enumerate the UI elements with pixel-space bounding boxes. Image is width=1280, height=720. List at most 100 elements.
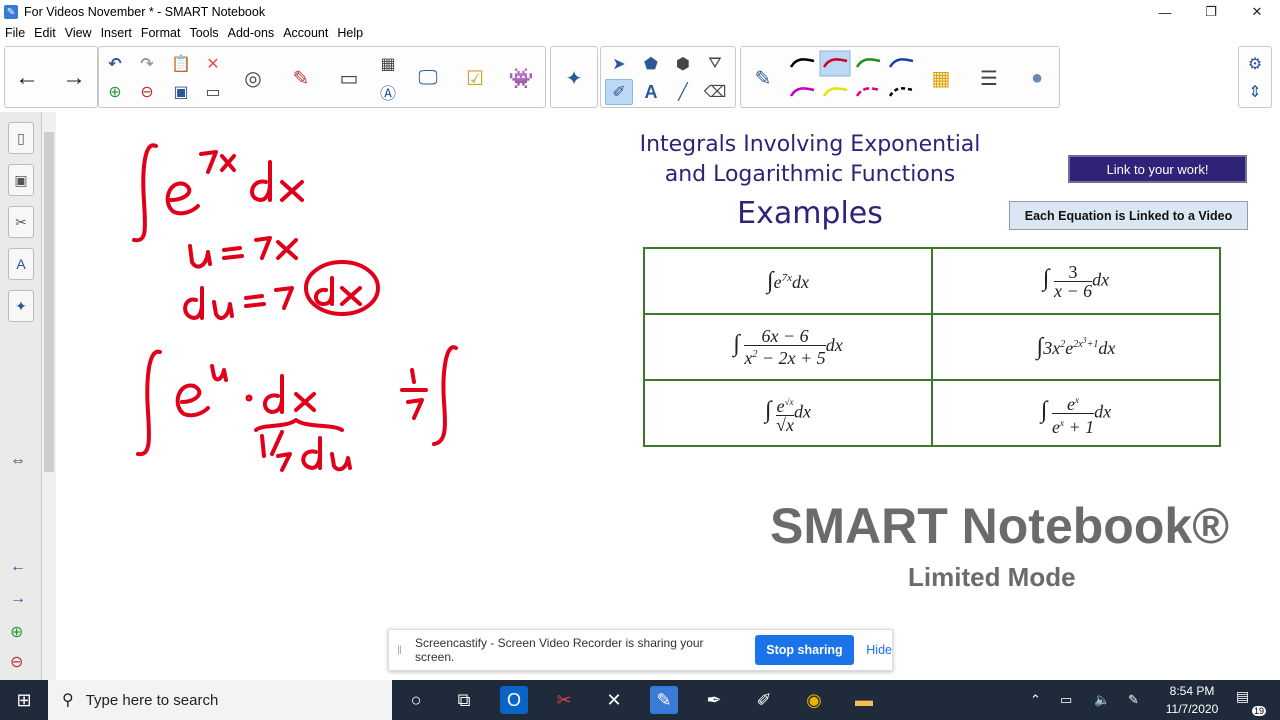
pen-color-swatch[interactable] <box>855 87 881 97</box>
equation-cell-1[interactable]: ∫e7xdx <box>643 247 933 315</box>
delete-page-icon[interactable]: ⊖ <box>133 79 161 105</box>
eraser-shape-icon[interactable]: ⬢ <box>669 51 697 77</box>
pen-type-icon[interactable]: ✎ <box>749 50 777 106</box>
sidebar-previous-page-icon[interactable]: ← <box>10 558 26 576</box>
table-icon[interactable]: ▦ <box>374 51 402 77</box>
outlook-icon[interactable]: O <box>500 686 528 714</box>
properties-icon[interactable]: A <box>8 248 34 280</box>
minimize-button[interactable]: — <box>1142 0 1188 24</box>
file-explorer-icon[interactable]: ▬ <box>850 686 878 714</box>
menu-format[interactable]: Format <box>137 26 185 40</box>
pen-color-swatch[interactable] <box>855 58 881 68</box>
response-icon[interactable]: 🖵 <box>414 50 442 106</box>
cortana-icon[interactable]: ○ <box>402 686 430 714</box>
shapes-icon[interactable]: ⬟ <box>637 51 665 77</box>
windows-start-icon[interactable]: ⊞ <box>0 680 48 720</box>
watermark-title: SMART Notebook® <box>770 498 1230 554</box>
addons-puzzle-icon[interactable]: ✦ <box>560 50 588 106</box>
addons-group: ✦ <box>550 46 598 108</box>
chrome-icon[interactable]: ◉ <box>800 686 828 714</box>
taskbar-search-box[interactable]: ⚲ Type here to search <box>48 680 392 720</box>
hide-button[interactable]: Hide <box>866 643 892 657</box>
menu-account[interactable]: Account <box>279 26 332 40</box>
menu-help[interactable]: Help <box>333 26 367 40</box>
smart-ink-settings-icon[interactable]: ✐ <box>750 686 778 714</box>
handwriting-ink[interactable] <box>56 112 536 532</box>
activity-builder-icon[interactable]: ☑ <box>461 50 489 106</box>
line-icon[interactable]: ╱ <box>669 79 697 105</box>
addons-sidebar-icon[interactable]: ✦ <box>8 290 34 322</box>
sidebar-delete-page-icon[interactable]: ⊖ <box>10 652 23 672</box>
link-to-your-work-button[interactable]: Link to your work! <box>1068 155 1247 183</box>
each-equation-linked-label[interactable]: Each Equation is Linked to a Video <box>1009 201 1248 230</box>
equation-cell-3[interactable]: ∫ 6x − 6 x2 − 2x + 5 dx <box>643 313 933 381</box>
gear-icon[interactable]: ⚙ <box>1241 51 1269 77</box>
menu-view[interactable]: View <box>61 26 96 40</box>
previous-page-button[interactable]: ← <box>13 50 41 106</box>
menu-file[interactable]: File <box>1 26 29 40</box>
menu-insert[interactable]: Insert <box>97 26 136 40</box>
select-arrow-icon[interactable]: ➤ <box>605 51 633 77</box>
pen-color-swatches[interactable] <box>785 49 925 107</box>
fill-effects-icon[interactable]: ● <box>1023 50 1051 106</box>
sidebar-add-page-icon[interactable]: ⊕ <box>10 622 23 642</box>
text-icon[interactable]: A <box>637 79 665 105</box>
action-center-icon[interactable]: ▤ 19 <box>1236 688 1266 716</box>
sidebar-expand-icon[interactable]: ⇔ <box>10 452 26 470</box>
stop-sharing-button[interactable]: Stop sharing <box>754 635 855 665</box>
page-sorter-icon[interactable]: ▯ <box>8 122 34 154</box>
taskbar-clock[interactable]: 8:54 PM 11/7/2020 <box>1160 682 1224 718</box>
close-button[interactable]: ✕ <box>1234 0 1280 24</box>
smart-ink-icon[interactable]: ✒ <box>700 686 728 714</box>
snipping-tool-icon[interactable]: ✂ <box>550 686 578 714</box>
pen-color-swatch[interactable] <box>822 87 848 97</box>
eraser-icon[interactable]: ⌫ <box>701 79 729 105</box>
title-bar: ✎ For Videos November * - SMART Notebook… <box>0 0 1280 24</box>
sidebar-next-page-icon[interactable]: → <box>10 590 26 608</box>
next-page-button[interactable]: → <box>60 50 88 106</box>
paste-icon[interactable]: 📋 <box>167 51 195 77</box>
equation-cell-5[interactable]: ∫ e√x √x dx <box>643 379 933 447</box>
task-view-icon[interactable]: ⧉ <box>450 686 478 714</box>
fill-icon[interactable]: ⛛ <box>701 51 729 77</box>
screen-capture-icon[interactable]: ◎ <box>239 50 267 106</box>
equation-cell-2[interactable]: ∫ 3 x − 6 dx <box>931 247 1221 315</box>
pen-color-swatch[interactable] <box>789 87 815 97</box>
notebook-canvas[interactable]: Integrals Involving Exponential and Loga… <box>56 112 1280 680</box>
show-hidden-icons[interactable]: ⌃ <box>1030 680 1041 720</box>
measurement-tools-icon[interactable]: Ⓐ <box>374 79 402 105</box>
move-toolbar-icon[interactable]: ⇕ <box>1241 79 1269 105</box>
save-icon[interactable]: ▣ <box>167 79 195 105</box>
undo-button[interactable]: ↶ <box>101 51 129 77</box>
vertical-scrollbar[interactable] <box>42 112 56 680</box>
pens-icon[interactable]: ✐ <box>605 79 633 105</box>
gallery-icon[interactable]: ▣ <box>8 164 34 196</box>
delete-icon[interactable]: ✕ <box>199 51 227 77</box>
add-page-icon[interactable]: ⊕ <box>101 79 129 105</box>
smart-notebook-taskbar-icon[interactable]: ✎ <box>650 686 678 714</box>
drag-handle-icon[interactable]: ‖ <box>397 643 405 657</box>
attachments-icon[interactable]: ✂ <box>8 206 34 238</box>
pen-workspace-icon[interactable]: ✎ <box>1128 680 1139 720</box>
pen-color-swatch[interactable] <box>888 58 914 68</box>
tools-icon[interactable]: ✕ <box>600 686 628 714</box>
volume-icon[interactable]: 🔈 <box>1094 680 1110 720</box>
pen-color-swatch[interactable] <box>789 58 815 68</box>
redo-button[interactable]: ↷ <box>133 51 161 77</box>
restore-button[interactable]: ❐ <box>1188 0 1234 24</box>
menu-edit[interactable]: Edit <box>30 26 60 40</box>
menu-tools[interactable]: Tools <box>185 26 222 40</box>
equation-cell-4[interactable]: ∫3x2e2x3+1dx <box>931 313 1221 381</box>
edit-group: ↶ ↷ 📋 ✕ ⊕ ⊖ ▣ ▭ ◎ ✎ ▭ ▦ Ⓐ 🖵 ☑ 👾 <box>98 46 546 108</box>
document-camera-icon[interactable]: ✎ <box>287 50 315 106</box>
line-style-icon[interactable]: ☰ <box>975 50 1003 106</box>
lab-icon[interactable]: 👾 <box>507 50 535 106</box>
pen-color-swatch[interactable] <box>888 87 914 97</box>
equation-cell-6[interactable]: ∫ ex ex + 1 dx <box>931 379 1221 447</box>
battery-icon[interactable]: ▭ <box>1060 680 1072 720</box>
video-icon[interactable]: ▭ <box>335 50 363 106</box>
scrollbar-thumb[interactable] <box>44 132 54 472</box>
menu-addons[interactable]: Add-ons <box>224 26 279 40</box>
color-palette-icon[interactable]: ▦ <box>927 50 955 106</box>
screen-shade-icon[interactable]: ▭ <box>199 79 227 105</box>
